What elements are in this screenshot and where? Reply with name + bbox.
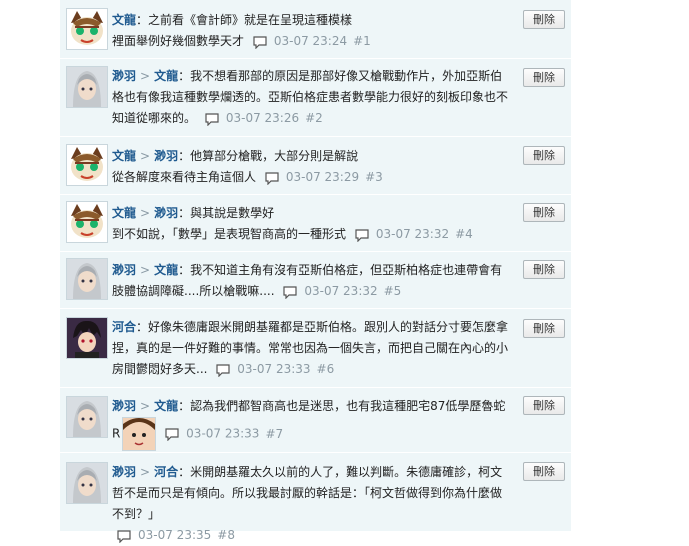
comment-row: 河合：好像朱德庸跟米開朗基羅都是亞斯伯格。跟別人的對話分寸要怎麼拿捏，真的是一件… [60, 311, 571, 388]
delete-button[interactable]: 刪除 [523, 319, 565, 338]
timestamp: 03-07 23:32 [304, 284, 378, 298]
reply-arrow: > [140, 465, 151, 479]
timestamp: 03-07 23:29 [285, 170, 360, 184]
reply-arrow: > [140, 263, 151, 277]
delete-button[interactable]: 刪除 [523, 462, 565, 481]
reply-icon[interactable] [204, 112, 220, 126]
timestamp: 03-07 23:35 [138, 528, 212, 542]
reply-to-username[interactable]: 河合 [154, 465, 178, 479]
reply-arrow: > [140, 399, 151, 413]
reply-to-username[interactable]: 文龍 [154, 399, 178, 413]
delete-button[interactable]: 刪除 [523, 146, 565, 165]
comment-body: 渺羽 > 文龍：我不想看那部的原因是那部好像又槍戰動作片，外加亞斯伯格也有像我這種數… [112, 66, 511, 129]
comment-text-line2: 到不如說，「數學」是表現智商高的一種形式 [112, 227, 347, 241]
reply-arrow: > [140, 149, 151, 163]
comment-body: 文龍：之前看《會計師》就是在呈現這種模樣 裡面舉例好幾個數學天才 03-07 2… [112, 10, 511, 52]
username[interactable]: 渺羽 [112, 465, 136, 479]
comment-row: 渺羽 > 河合：米開朗基羅太久以前的人了，難以判斷。朱德庸確診，柯文哲不是而只是有傾… [60, 456, 571, 543]
floor-number: #6 [316, 362, 335, 376]
inline-sticker-icon [122, 417, 157, 451]
comment-body: 渺羽 > 文龍：我不知道主角有沒有亞斯伯格症，但亞斯柏格症也連帶會有肢體協調障礙..… [112, 260, 511, 302]
comment-row: 渺羽 > 文龍：認為我們都智商高也是迷思，也有我這種肥宅87低學歷魯蛇 R 03-0… [60, 390, 571, 453]
timestamp: 03-07 23:26 [225, 111, 300, 125]
timestamp: 03-07 23:24 [273, 34, 348, 48]
reply-to-username[interactable]: 文龍 [154, 69, 178, 83]
comment-row: 渺羽 > 文龍：我不想看那部的原因是那部好像又槍戰動作片，外加亞斯伯格也有像我這種數… [60, 60, 571, 137]
comment-row: 文龍：之前看《會計師》就是在呈現這種模樣 裡面舉例好幾個數學天才 03-07 2… [60, 4, 571, 59]
comment-body: 渺羽 > 河合：米開朗基羅太久以前的人了，難以判斷。朱德庸確診，柯文哲不是而只是有傾… [112, 462, 511, 546]
reply-arrow: > [140, 206, 151, 220]
username[interactable]: 渺羽 [112, 69, 136, 83]
avatar[interactable] [66, 317, 108, 359]
avatar[interactable] [66, 8, 108, 50]
reply-to-username[interactable]: 渺羽 [154, 149, 178, 163]
reply-icon[interactable] [264, 171, 280, 185]
username[interactable]: 渺羽 [112, 263, 136, 277]
reply-to-username[interactable]: 文龍 [154, 263, 178, 277]
avatar[interactable] [66, 201, 108, 243]
comment-text: ：認為我們都智商高也是迷思，也有我這種肥宅87低學歷魯蛇 [178, 399, 506, 413]
comment-text-line2: 從各解度來看待主角這個人 [112, 170, 257, 184]
username[interactable]: 河合 [112, 320, 136, 334]
comment-text: ：之前看《會計師》就是在呈現這種模樣 [136, 13, 353, 27]
comment-row: 渺羽 > 文龍：我不知道主角有沒有亞斯伯格症，但亞斯柏格症也連帶會有肢體協調障礙..… [60, 254, 571, 309]
comment-body: 文龍 > 渺羽：他算部分槍戰，大部分則是解說 從各解度來看待主角這個人 03-07 … [112, 146, 511, 188]
floor-number: #1 [353, 34, 371, 48]
username[interactable]: 文龍 [112, 149, 136, 163]
timestamp: 03-07 23:32 [375, 227, 450, 241]
floor-number: #8 [217, 528, 235, 542]
floor-number: #4 [455, 227, 473, 241]
delete-button[interactable]: 刪除 [523, 203, 565, 222]
comment-row: 文龍 > 渺羽：與其說是數學好 到不如說，「數學」是表現智商高的一種形式 03-07… [60, 197, 571, 252]
comment-body: 文龍 > 渺羽：與其說是數學好 到不如說，「數學」是表現智商高的一種形式 03-07… [112, 203, 511, 245]
reply-arrow: > [140, 69, 151, 83]
floor-number: #2 [305, 111, 323, 125]
timestamp: 03-07 23:33 [186, 426, 260, 441]
floor-number: #7 [265, 426, 284, 441]
reply-icon[interactable] [164, 427, 180, 441]
delete-button[interactable]: 刪除 [523, 10, 565, 29]
comment-text-line2: R [112, 426, 121, 441]
comment-body: 河合：好像朱德庸跟米開朗基羅都是亞斯伯格。跟別人的對話分寸要怎麼拿捏，真的是一件… [112, 317, 511, 380]
floor-number: #5 [383, 284, 402, 298]
avatar[interactable] [66, 396, 108, 438]
timestamp: 03-07 23:33 [237, 362, 311, 376]
comment-text: ：他算部分槍戰，大部分則是解說 [178, 149, 359, 163]
delete-button[interactable]: 刪除 [523, 396, 565, 415]
floor-number: #3 [365, 170, 383, 184]
reply-icon[interactable] [252, 35, 268, 49]
username[interactable]: 文龍 [112, 206, 136, 220]
avatar[interactable] [66, 144, 108, 186]
comment-text: ：與其說是數學好 [178, 206, 275, 220]
reply-to-username[interactable]: 渺羽 [154, 206, 178, 220]
reply-icon[interactable] [354, 228, 370, 242]
comment-body: 渺羽 > 文龍：認為我們都智商高也是迷思，也有我這種肥宅87低學歷魯蛇 R 03-0… [112, 396, 511, 451]
reply-icon[interactable] [215, 363, 231, 377]
username[interactable]: 渺羽 [112, 399, 136, 413]
avatar[interactable] [66, 66, 108, 108]
reply-icon[interactable] [282, 285, 298, 299]
avatar[interactable] [66, 462, 108, 504]
delete-button[interactable]: 刪除 [523, 68, 565, 87]
comment-text-line2: 裡面舉例好幾個數學天才 [112, 34, 245, 48]
username[interactable]: 文龍 [112, 13, 136, 27]
delete-button[interactable]: 刪除 [523, 260, 565, 279]
avatar[interactable] [66, 258, 108, 300]
comment-row: 文龍 > 渺羽：他算部分槍戰，大部分則是解說 從各解度來看待主角這個人 03-07 … [60, 140, 571, 195]
